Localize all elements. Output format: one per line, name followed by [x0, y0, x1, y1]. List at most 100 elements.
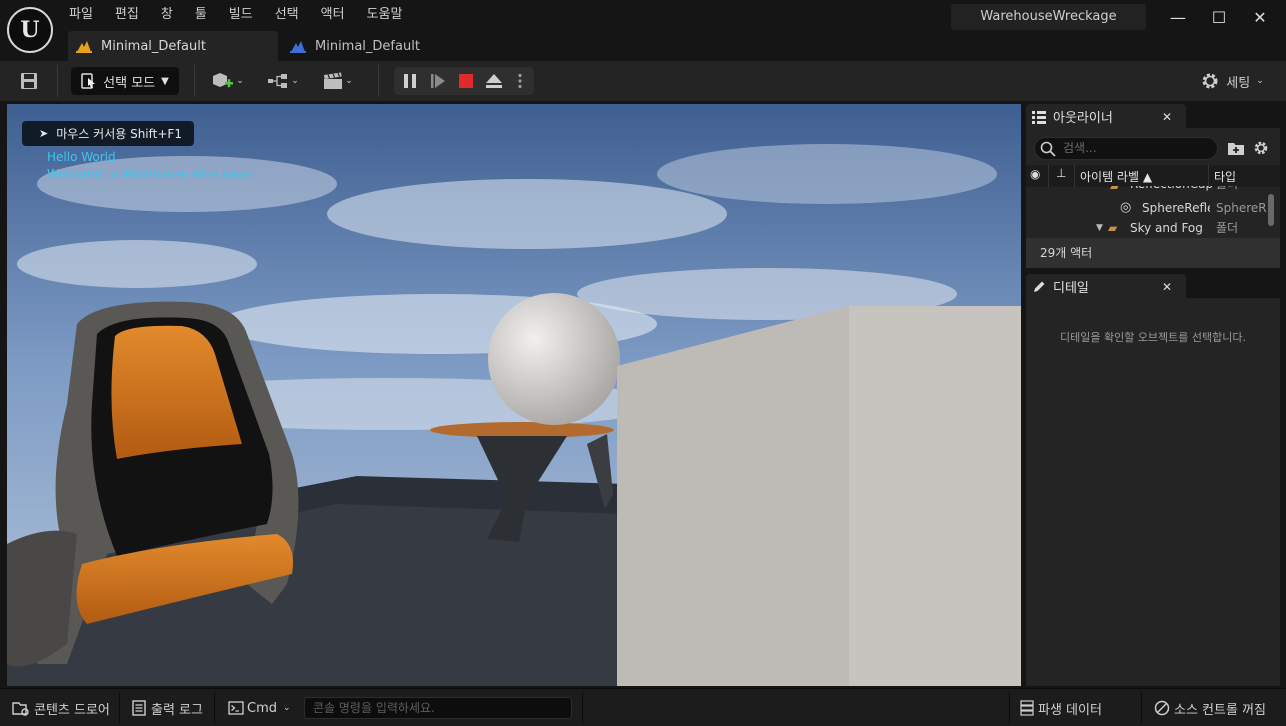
- save-button[interactable]: [16, 67, 42, 95]
- item-label-column[interactable]: 아이템 라벨 ▲: [1080, 168, 1152, 185]
- outliner-panel: 검색... ◉ ⊥ 아이템 라벨 ▲ 타입 ▰ ReflectionCap 폴더…: [1026, 128, 1280, 268]
- step-frame-button[interactable]: [426, 67, 450, 95]
- outliner-row[interactable]: ▼ ▰ Sky and Fog 폴더: [1026, 218, 1268, 238]
- level-icon: [76, 38, 92, 54]
- blueprint-graph-icon: [268, 74, 288, 88]
- menu-window[interactable]: 창: [150, 4, 184, 28]
- selection-mode-dropdown[interactable]: 선택 모드 ▼: [71, 67, 179, 95]
- chevron-down-icon: ⌄: [345, 76, 353, 86]
- cinematics-button[interactable]: ⌄: [318, 67, 358, 95]
- outliner-row[interactable]: ▰ ReflectionCap 폴더: [1026, 186, 1268, 194]
- menu-select[interactable]: 선택: [264, 4, 310, 28]
- gear-icon[interactable]: [1253, 140, 1269, 156]
- cursor-arrow-icon: ➤: [39, 127, 49, 140]
- add-folder-icon[interactable]: [1228, 141, 1244, 155]
- outliner-row[interactable]: ◎ SphereRefle SphereR: [1026, 198, 1268, 218]
- details-tab-label: 디테일: [1053, 281, 1089, 296]
- menu-actor[interactable]: 액터: [310, 4, 356, 28]
- select-mode-icon: [81, 73, 96, 89]
- tab-outliner[interactable]: 아웃라이너 ✕: [1026, 104, 1186, 129]
- play-options-button[interactable]: [510, 67, 530, 95]
- chevron-down-icon: ⌄: [291, 76, 299, 86]
- menu-edit[interactable]: 편집: [104, 4, 150, 28]
- add-actor-button[interactable]: ⌄: [208, 67, 248, 95]
- minimize-button[interactable]: —: [1168, 8, 1188, 28]
- tab-level-active[interactable]: Minimal_Default: [68, 31, 278, 61]
- tab-details[interactable]: 디테일 ✕: [1026, 274, 1186, 299]
- type-column[interactable]: 타입: [1214, 168, 1236, 185]
- step-icon: [431, 74, 445, 88]
- output-log-label: 출력 로그: [151, 702, 203, 718]
- close-button[interactable]: ✕: [1250, 8, 1270, 28]
- gear-icon: [1202, 73, 1218, 89]
- menu-file[interactable]: 파일: [58, 4, 104, 28]
- cmd-label: Cmd: [247, 700, 277, 716]
- tab-level-blueprint[interactable]: Minimal_Default: [282, 31, 432, 61]
- source-control-button[interactable]: 소스 컨트롤 꺼짐: [1154, 696, 1266, 720]
- prohibited-icon: [1154, 700, 1170, 716]
- console-command-input[interactable]: 콘솔 명령을 입력하세요.: [304, 697, 572, 719]
- details-empty-message: 디테일을 확인할 오브젝트를 선택합니다.: [1059, 331, 1247, 344]
- derived-data-label: 파생 데이터: [1038, 702, 1102, 718]
- output-log-icon: [132, 700, 146, 716]
- outliner-column-header: ◉ ⊥ 아이템 라벨 ▲ 타입: [1026, 165, 1280, 187]
- add-cube-icon: [213, 73, 234, 88]
- search-icon: [1040, 141, 1056, 157]
- eject-button[interactable]: [482, 67, 506, 95]
- derived-data-icon: [1020, 700, 1034, 716]
- status-divider: [582, 693, 583, 723]
- stop-button[interactable]: [454, 67, 478, 95]
- close-icon[interactable]: ✕: [1162, 110, 1172, 124]
- pencil-icon: [1034, 281, 1045, 292]
- folder-icon: ▰: [1108, 221, 1118, 235]
- status-divider: [119, 693, 120, 723]
- blueprint-level-icon: [290, 38, 306, 54]
- row-type: SphereR: [1216, 201, 1267, 215]
- toolbar-divider: [194, 65, 195, 97]
- blueprint-button[interactable]: ⌄: [263, 67, 303, 95]
- eye-icon[interactable]: ◉: [1030, 167, 1048, 181]
- outliner-tab-label: 아웃라이너: [1053, 111, 1113, 126]
- unreal-logo-icon[interactable]: U: [7, 7, 53, 53]
- level-viewport[interactable]: ➤ 마우스 커서용 Shift+F1 Hello World Welcome t…: [7, 104, 1021, 686]
- clapperboard-icon: [324, 72, 343, 89]
- scene-render: [7, 104, 1021, 686]
- output-log-button[interactable]: 출력 로그: [132, 696, 203, 720]
- eject-icon: [486, 74, 502, 88]
- outliner-search-input[interactable]: 검색...: [1034, 137, 1218, 160]
- status-bar: 콘텐츠 드로어 출력 로그 Cmd ⌄ 콘솔 명령을 입력하세요. 파생 데이터…: [0, 688, 1286, 726]
- terminal-icon: [228, 701, 244, 715]
- chevron-down-icon: ⌄: [236, 76, 244, 86]
- toolbar-divider: [57, 65, 58, 97]
- pin-icon[interactable]: ⊥: [1056, 166, 1066, 180]
- pause-icon: [404, 74, 416, 88]
- mouse-cursor-hint: ➤ 마우스 커서용 Shift+F1: [22, 121, 194, 146]
- cmd-selector[interactable]: Cmd ⌄: [228, 696, 291, 720]
- tab-label: Minimal_Default: [101, 38, 206, 54]
- column-divider: [1074, 165, 1075, 187]
- actor-count: 29개 액터: [1026, 238, 1280, 268]
- content-drawer-label: 콘텐츠 드로어: [34, 702, 110, 718]
- pause-button[interactable]: [398, 67, 422, 95]
- hud-hint-text: 마우스 커서용 Shift+F1: [56, 127, 182, 141]
- outliner-icon: [1032, 110, 1046, 124]
- content-drawer-icon: [12, 702, 29, 716]
- content-drawer-button[interactable]: 콘텐츠 드로어: [12, 696, 110, 720]
- scrollbar[interactable]: [1268, 194, 1274, 226]
- chevron-down-icon: ⌄: [283, 703, 291, 713]
- menu-help[interactable]: 도움말: [356, 4, 414, 28]
- column-divider: [1208, 165, 1209, 187]
- settings-button[interactable]: 세팅 ⌄: [1196, 67, 1268, 95]
- close-icon[interactable]: ✕: [1162, 280, 1172, 294]
- toolbar-divider: [378, 65, 379, 97]
- status-divider: [1141, 693, 1142, 723]
- menu-build[interactable]: 빌드: [218, 4, 264, 28]
- chevron-down-icon[interactable]: ▼: [1096, 218, 1103, 238]
- menu-tools[interactable]: 툴: [184, 4, 218, 28]
- derived-data-button[interactable]: 파생 데이터: [1020, 696, 1102, 720]
- chevron-down-icon: ⌄: [1256, 76, 1264, 86]
- maximize-button[interactable]: ☐: [1209, 8, 1229, 28]
- status-divider: [1009, 693, 1010, 723]
- row-name: ReflectionCap: [1130, 186, 1213, 194]
- save-icon: [21, 73, 37, 89]
